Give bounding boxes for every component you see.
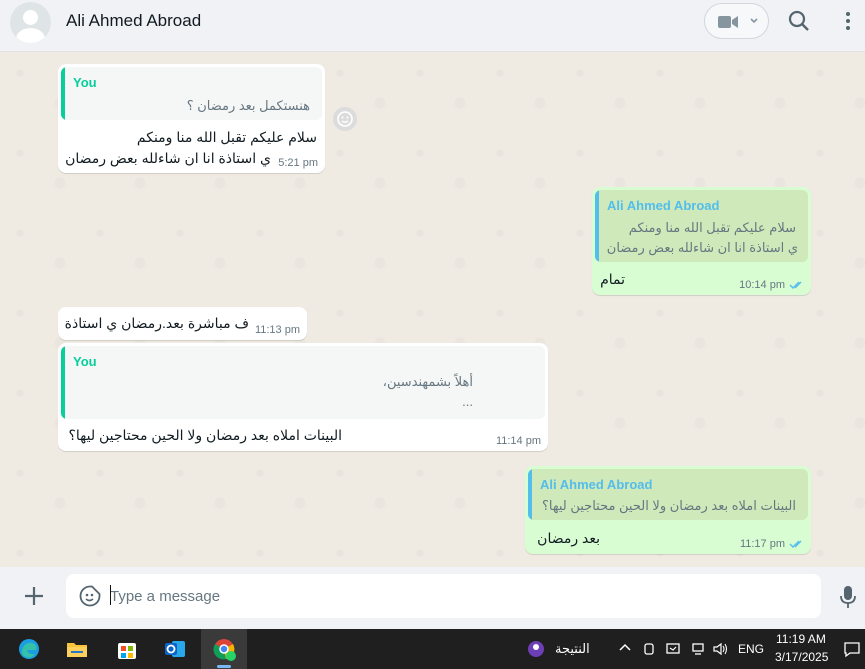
notifications-icon[interactable] xyxy=(843,640,861,658)
react-button[interactable] xyxy=(333,107,357,131)
menu-button[interactable] xyxy=(840,8,856,34)
message-time: 11:14 pm xyxy=(495,435,541,447)
text-caret xyxy=(110,585,111,605)
smiley-icon xyxy=(337,111,353,127)
quoted-text: سلام عليكم تقبل الله منا ومنكم xyxy=(628,220,796,235)
chevron-up-icon[interactable] xyxy=(618,641,632,655)
attach-button[interactable] xyxy=(20,582,48,610)
message-text: بعد رمضان xyxy=(537,530,600,546)
folder-icon xyxy=(67,643,87,657)
message-bubble-incoming[interactable]: You أهلاً بشمهندسين، ... البينات املاه ب… xyxy=(58,343,548,451)
microphone-icon xyxy=(840,586,856,608)
store-icon xyxy=(118,643,136,659)
quoted-author: You xyxy=(73,75,97,90)
taskbar-chrome-whatsapp[interactable] xyxy=(201,629,247,669)
plus-icon xyxy=(25,587,43,605)
message-text: سلام عليكم تقبل الله منا ومنكم xyxy=(136,129,317,145)
message-text: ف مباشرة بعد.رمضان ي استاذة xyxy=(64,315,249,331)
message-bubble-outgoing[interactable]: Ali Ahmed Abroad البينات املاه بعد رمضان… xyxy=(525,466,811,554)
meet-icon[interactable] xyxy=(642,641,656,657)
quoted-text: ... xyxy=(462,394,473,409)
taskbar-store[interactable] xyxy=(104,629,150,669)
chat-header: Ali Ahmed Abroad xyxy=(0,0,865,52)
message-bubble-outgoing[interactable]: Ali Ahmed Abroad سلام عليكم تقبل الله من… xyxy=(592,187,811,295)
chevron-down-icon xyxy=(750,18,758,24)
quoted-text: ي استاذة انا ان شاءلله بعض رمضان xyxy=(606,240,798,255)
weather-icon[interactable] xyxy=(526,638,546,660)
taskbar-edge[interactable] xyxy=(6,629,52,669)
search-icon xyxy=(788,10,809,31)
edge-icon xyxy=(19,639,39,659)
search-button[interactable] xyxy=(786,8,812,34)
sticker-icon xyxy=(79,585,101,607)
windows-taskbar: النتيجة ENG 11:19 AM 3/17/2025 xyxy=(0,629,865,669)
network-icon[interactable] xyxy=(690,641,706,657)
clock-time[interactable]: 11:19 AM xyxy=(776,632,826,646)
quoted-message[interactable]: You هنستكمل بعد رمضان ؟ xyxy=(61,67,322,120)
taskbar-file-explorer[interactable] xyxy=(54,629,100,669)
more-vertical-icon xyxy=(846,12,850,30)
quoted-author: Ali Ahmed Abroad xyxy=(540,477,653,492)
taskbar-outlook[interactable] xyxy=(152,629,198,669)
outlook-icon xyxy=(165,641,185,657)
video-call-button[interactable] xyxy=(704,3,769,39)
message-time: 10:14 pm xyxy=(739,279,785,291)
chrome-icon xyxy=(213,639,236,661)
message-bubble-incoming[interactable]: ف مباشرة بعد.رمضان ي استاذة 11:13 pm xyxy=(58,307,307,340)
weather-label[interactable]: النتيجة xyxy=(555,641,590,657)
quoted-text: أهلاً بشمهندسين، xyxy=(382,374,473,389)
quoted-text: البينات املاه بعد رمضان ولا الحين محتاجي… xyxy=(541,498,796,513)
quoted-message[interactable]: You أهلاً بشمهندسين، ... xyxy=(61,346,545,419)
contact-avatar[interactable] xyxy=(10,2,51,43)
message-time: 11:17 pm xyxy=(739,538,785,550)
message-time: 11:13 pm xyxy=(254,324,300,336)
voice-message-button[interactable] xyxy=(838,584,858,610)
contact-name[interactable]: Ali Ahmed Abroad xyxy=(66,11,201,31)
message-bubble-incoming[interactable]: You هنستكمل بعد رمضان ؟ سلام عليكم تقبل … xyxy=(58,64,325,173)
compose-bar xyxy=(0,567,865,629)
video-camera-icon xyxy=(718,16,738,28)
message-text: البينات املاه بعد رمضان ولا الحين محتاجي… xyxy=(68,427,342,443)
display-icon[interactable] xyxy=(665,641,681,657)
message-text: ي استاذة انا ان شاءلله بعض رمضان xyxy=(65,150,271,166)
quoted-message[interactable]: Ali Ahmed Abroad البينات املاه بعد رمضان… xyxy=(528,469,808,520)
message-input-box[interactable] xyxy=(66,574,821,618)
clock-date[interactable]: 3/17/2025 xyxy=(775,650,828,664)
read-ticks-icon xyxy=(789,540,802,548)
message-time: 5:21 pm xyxy=(278,157,318,169)
quoted-text: هنستكمل بعد رمضان ؟ xyxy=(186,98,310,113)
sticker-button[interactable] xyxy=(78,584,102,608)
read-ticks-icon xyxy=(789,281,802,289)
quoted-message[interactable]: Ali Ahmed Abroad سلام عليكم تقبل الله من… xyxy=(595,190,808,262)
language-indicator[interactable]: ENG xyxy=(738,642,764,656)
volume-icon[interactable] xyxy=(712,641,730,657)
message-text: تمام xyxy=(600,271,625,287)
chat-messages-area[interactable]: You هنستكمل بعد رمضان ؟ سلام عليكم تقبل … xyxy=(0,53,865,567)
quoted-author: You xyxy=(73,354,97,369)
message-input[interactable] xyxy=(110,584,800,608)
quoted-author: Ali Ahmed Abroad xyxy=(607,198,720,213)
